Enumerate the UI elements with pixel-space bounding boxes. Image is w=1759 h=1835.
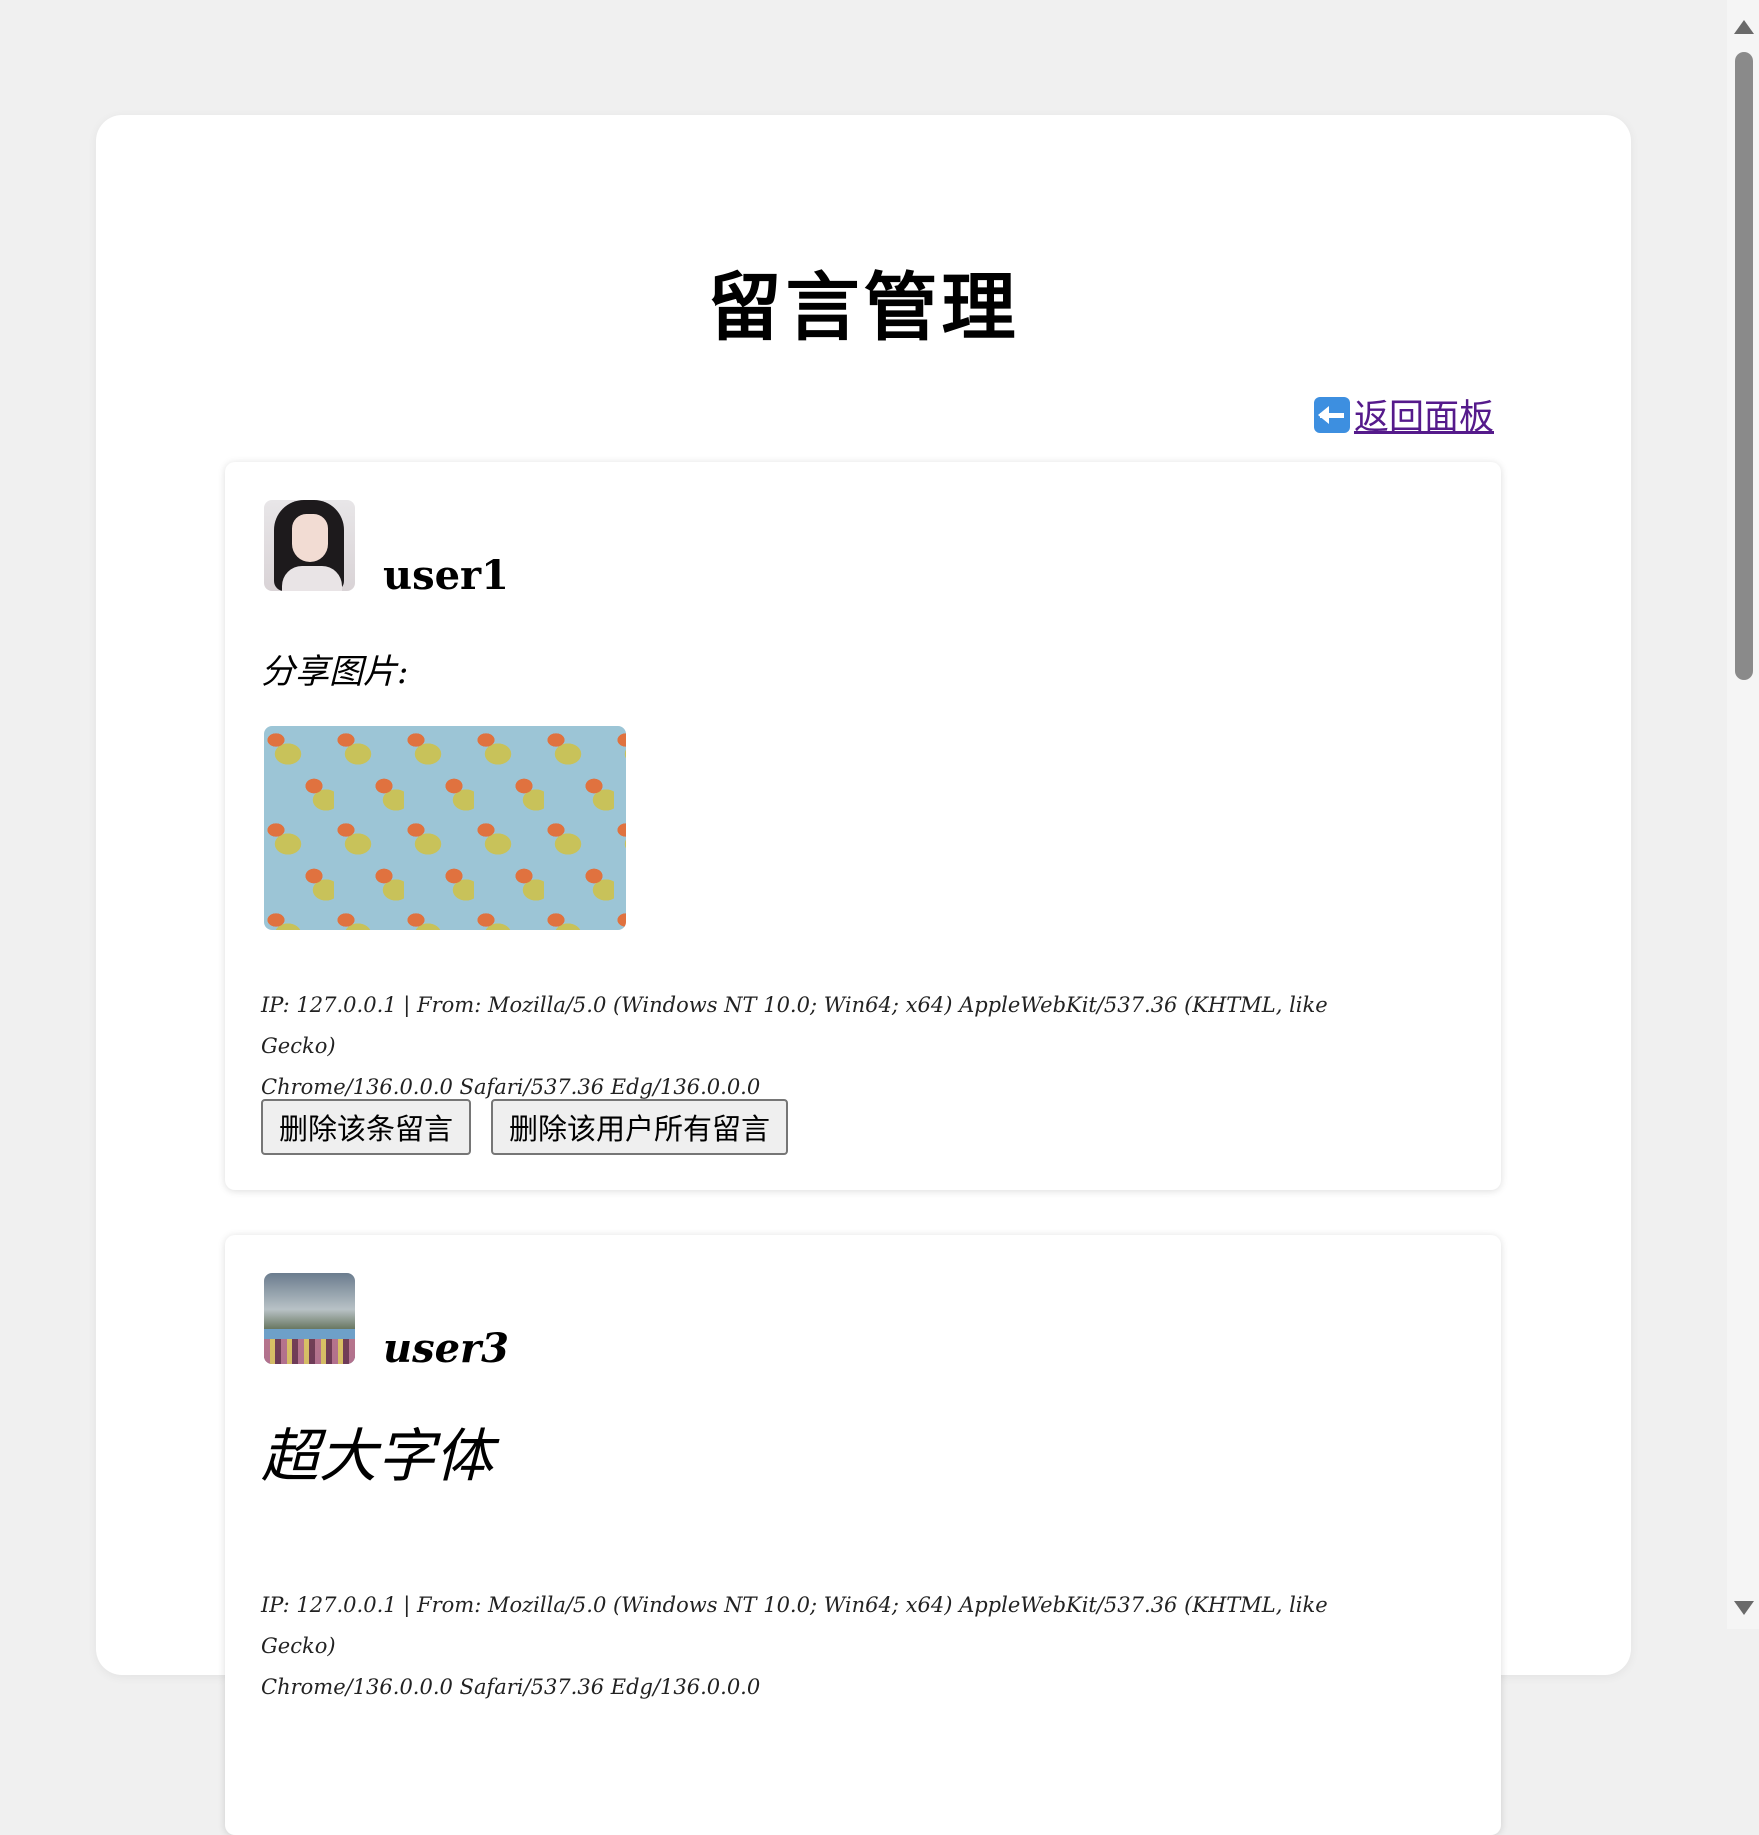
message-meta: IP: 127.0.0.1 | From: Mozilla/5.0 (Windo… [261,1585,1361,1708]
vertical-scrollbar[interactable] [1727,0,1759,1629]
delete-user-messages-button[interactable]: 删除该用户所有留言 [491,1099,789,1155]
meta-line: IP: 127.0.0.1 | From: Mozilla/5.0 (Windo… [261,993,1328,1058]
main-container: 留言管理 返回面板 user1 分享图片: IP: 127.0.0.1 | Fr… [96,115,1631,1835]
message-meta: IP: 127.0.0.1 | From: Mozilla/5.0 (Windo… [261,985,1361,1108]
page-title: 留言管理 [707,265,1020,351]
meta-line: Chrome/136.0.0.0 Safari/537.36 Edg/136.0… [261,1675,761,1699]
page: 留言管理 返回面板 user1 分享图片: IP: 127.0.0.1 | Fr… [0,0,1727,1835]
back-arrow-icon [1313,396,1350,433]
scroll-up-icon[interactable] [1734,20,1754,34]
scroll-thumb[interactable] [1735,52,1753,680]
avatar [264,500,355,591]
delete-message-button[interactable]: 删除该条留言 [261,1099,472,1155]
back-link-label: 返回面板 [1353,398,1494,438]
avatar [264,1273,355,1364]
username: user3 [383,1325,509,1372]
message-text: 超大字体 [261,1422,494,1490]
shared-image [264,726,626,930]
message-card: user1 分享图片: IP: 127.0.0.1 | From: Mozill… [225,462,1501,1190]
username: user1 [383,552,509,599]
message-card: user3 超大字体 IP: 127.0.0.1 | From: Mozilla… [225,1235,1501,1835]
scroll-down-icon[interactable] [1734,1601,1754,1615]
back-to-panel-link[interactable]: 返回面板 [1313,389,1494,440]
meta-line: IP: 127.0.0.1 | From: Mozilla/5.0 (Windo… [261,1593,1328,1658]
message-text: 分享图片: [261,652,409,692]
